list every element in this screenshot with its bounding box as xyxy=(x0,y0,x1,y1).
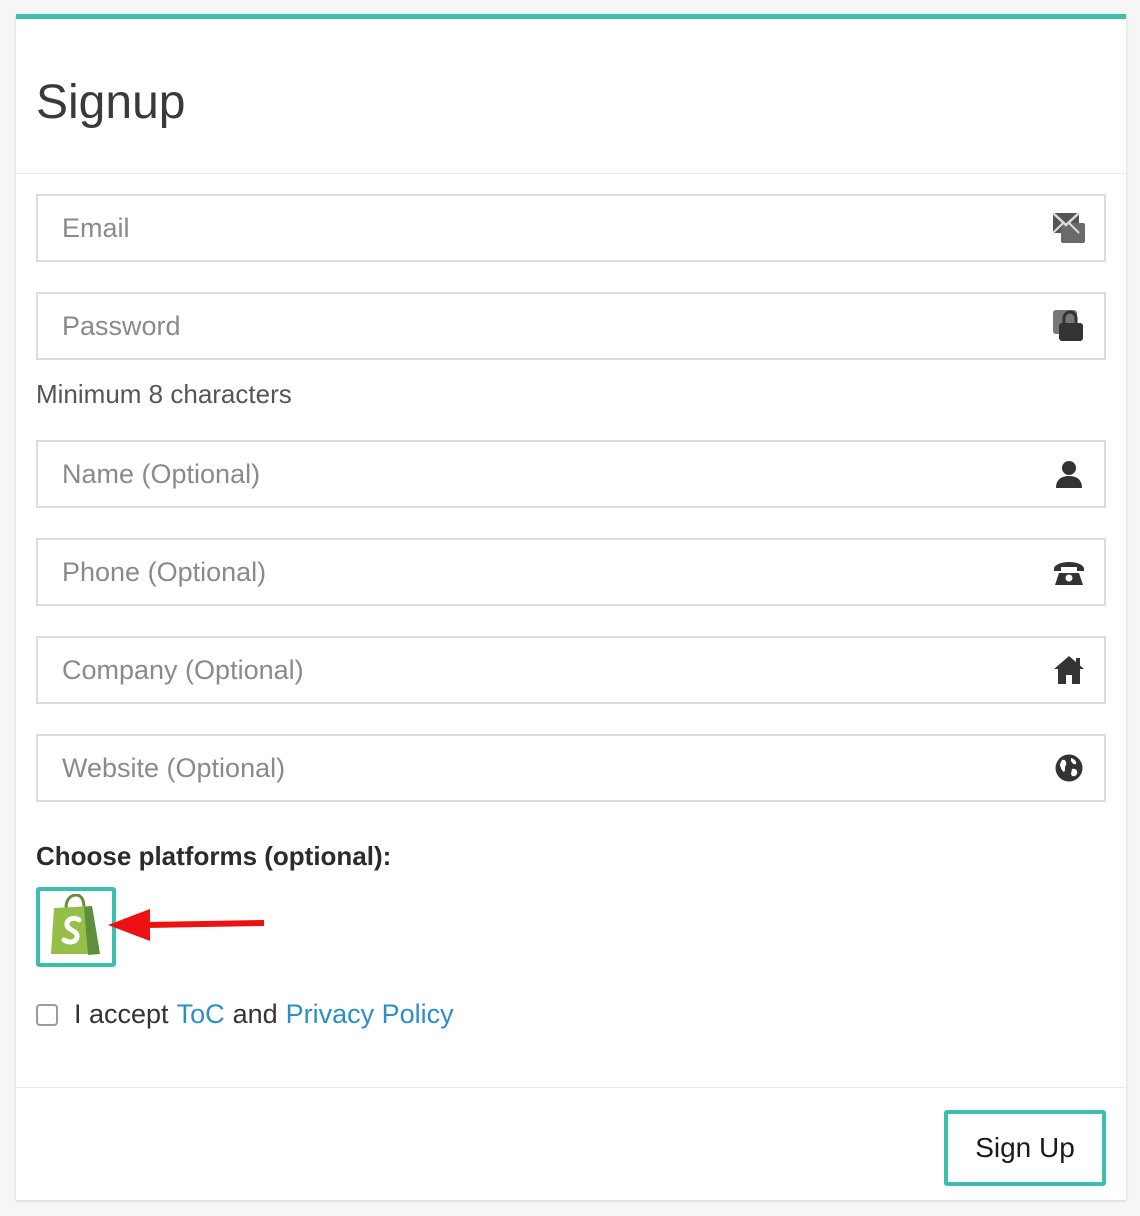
email-field[interactable] xyxy=(38,196,1104,260)
platform-option-shopify[interactable] xyxy=(36,887,116,967)
page-title: Signup xyxy=(36,76,186,129)
card-footer: Sign Up xyxy=(16,1087,1126,1202)
card-header: Signup xyxy=(16,19,1126,174)
privacy-policy-link[interactable]: Privacy Policy xyxy=(286,999,454,1030)
sign-up-button[interactable]: Sign Up xyxy=(944,1110,1106,1186)
website-field-wrapper xyxy=(36,734,1106,802)
website-field[interactable] xyxy=(38,736,1104,800)
phone-field-wrapper xyxy=(36,538,1106,606)
email-field-wrapper xyxy=(36,194,1106,262)
shopify-icon xyxy=(48,892,104,961)
user-icon xyxy=(1052,457,1086,491)
terms-prefix: I accept xyxy=(74,999,169,1029)
platforms-label: Choose platforms (optional): xyxy=(36,841,392,871)
home-icon xyxy=(1052,653,1086,687)
envelope-icon xyxy=(1052,211,1086,245)
password-field-wrapper xyxy=(36,292,1106,360)
globe-icon xyxy=(1052,751,1086,785)
company-field[interactable] xyxy=(38,638,1104,702)
name-field[interactable] xyxy=(38,442,1104,506)
signup-card: Signup Minimum 8 characters xyxy=(16,14,1126,1200)
terms-row: I accept ToC and Privacy Policy xyxy=(36,999,454,1030)
lock-icon xyxy=(1052,309,1086,343)
terms-and: and xyxy=(232,999,278,1029)
name-field-wrapper xyxy=(36,440,1106,508)
password-hint: Minimum 8 characters xyxy=(36,379,292,409)
phone-field[interactable] xyxy=(38,540,1104,604)
terms-checkbox[interactable] xyxy=(36,1003,58,1026)
toc-link[interactable]: ToC xyxy=(177,999,225,1030)
password-field[interactable] xyxy=(38,294,1104,358)
phone-icon xyxy=(1052,555,1086,589)
annotation-arrow xyxy=(108,905,268,950)
company-field-wrapper xyxy=(36,636,1106,704)
